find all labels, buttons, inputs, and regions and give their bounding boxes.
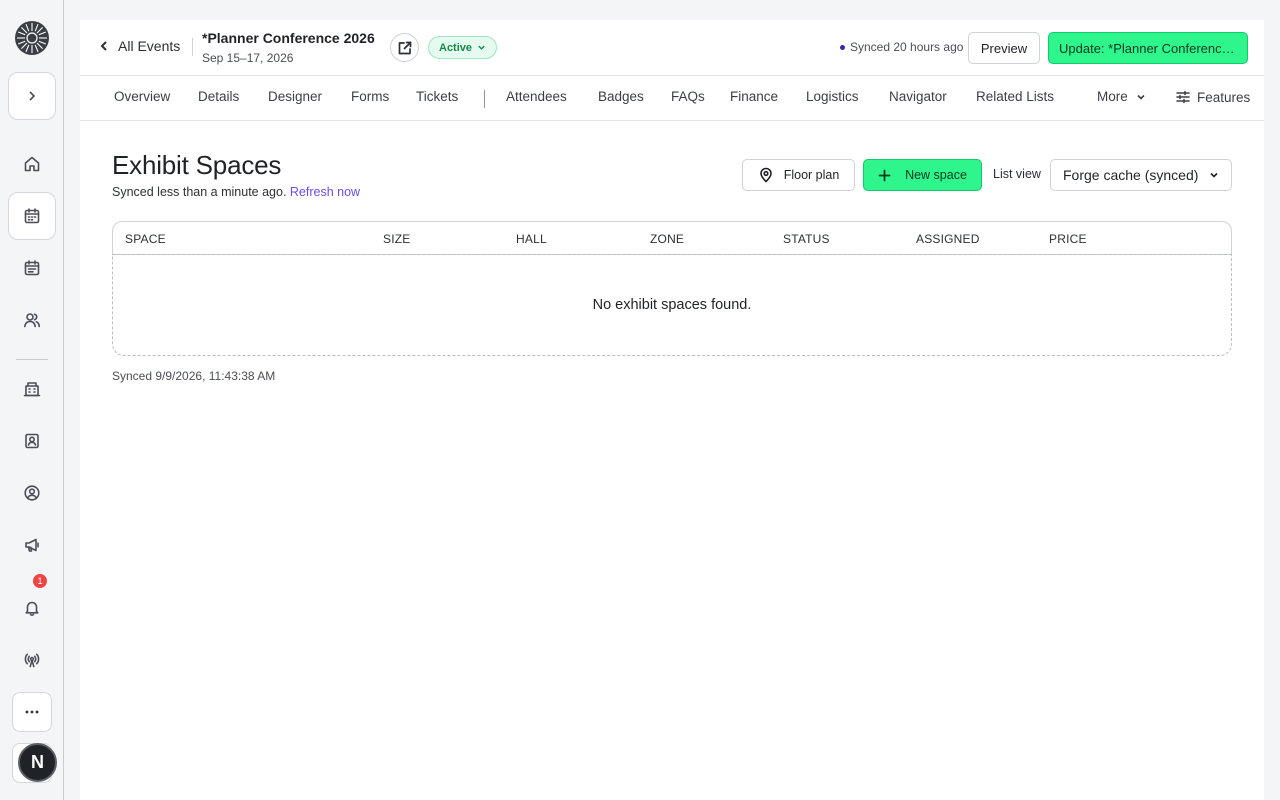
sidebar-item-contacts[interactable] (8, 417, 56, 465)
tab-logistics[interactable]: Logistics (806, 89, 859, 104)
update-label: Update: *Planner Conference 2026 (1059, 40, 1237, 56)
status-label: Active (439, 41, 473, 54)
floor-plan-button[interactable]: Floor plan (742, 159, 855, 191)
sliders-icon (1176, 90, 1190, 104)
megaphone-icon (25, 538, 39, 552)
chevron-down-icon (1137, 94, 1145, 100)
content-sync-line: Synced less than a minute ago. Refresh n… (112, 185, 360, 199)
preview-button[interactable]: Preview (968, 32, 1040, 64)
list-view-value: Forge cache (synced) (1063, 167, 1199, 183)
chevron-right-icon (29, 91, 36, 101)
empty-state-text: No exhibit spaces found. (592, 297, 752, 313)
chevron-down-icon (1210, 172, 1218, 178)
empty-state: No exhibit spaces found. (112, 254, 1232, 356)
nav-more-label: More (1097, 89, 1128, 104)
column-header-space[interactable]: SPACE (125, 232, 166, 246)
sidebar-divider (16, 359, 48, 360)
building-icon (23, 382, 41, 397)
header-divider (192, 38, 193, 56)
tab-badges[interactable]: Badges (598, 89, 644, 104)
tab-related-lists[interactable]: Related Lists (976, 89, 1054, 104)
open-event-site-button[interactable] (390, 33, 419, 62)
refresh-now-link[interactable]: Refresh now (290, 185, 360, 199)
column-header-hall[interactable]: HALL (516, 232, 547, 246)
chevron-down-icon (478, 45, 485, 50)
notification-badge: 1 (33, 574, 47, 588)
back-to-events-link[interactable]: All Events (98, 38, 180, 54)
tab-details[interactable]: Details (198, 89, 239, 104)
column-header-size[interactable]: SIZE (383, 232, 410, 246)
sync-dot-icon (840, 44, 845, 50)
map-pin-icon (759, 167, 772, 183)
update-event-button[interactable]: Update: *Planner Conference 2026 (1048, 32, 1248, 64)
last-synced-timestamp: Synced 9/9/2026, 11:43:38 AM (112, 369, 276, 383)
nav-divider (484, 90, 485, 108)
new-space-label: New space (905, 168, 967, 182)
column-header-assigned[interactable]: ASSIGNED (916, 232, 980, 246)
sidebar-item-schedule[interactable] (8, 244, 56, 292)
external-link-icon (398, 41, 411, 54)
tab-forms[interactable]: Forms (351, 89, 389, 104)
column-header-zone[interactable]: ZONE (650, 232, 684, 246)
sidebar-expand-button[interactable] (8, 72, 56, 120)
back-label: All Events (118, 38, 181, 54)
users-icon (24, 313, 41, 328)
calendar-icon (24, 208, 40, 224)
user-avatar[interactable]: N (18, 743, 57, 782)
list-view-label: List view (993, 167, 1041, 181)
tab-overview[interactable]: Overview (114, 89, 170, 104)
sidebar-item-home[interactable] (8, 140, 56, 188)
event-nav: Overview Details Designer Forms Tickets … (80, 76, 1264, 121)
nav-more-dropdown[interactable]: More (1097, 89, 1146, 104)
sidebar-item-live[interactable] (8, 636, 56, 684)
left-rail: 1 N (0, 0, 64, 800)
sidebar-item-account[interactable] (8, 469, 56, 517)
sidebar-item-events[interactable] (8, 192, 56, 240)
broadcast-icon (24, 653, 40, 668)
user-circle-icon (24, 485, 40, 501)
page-title: Exhibit Spaces (112, 150, 282, 180)
event-header: All Events *Planner Conference 2026 Sep … (80, 20, 1264, 76)
sidebar-item-notifications[interactable]: 1 (8, 574, 56, 632)
main-panel: All Events *Planner Conference 2026 Sep … (80, 20, 1264, 800)
bell-icon (25, 601, 39, 616)
list-view-select[interactable]: Forge cache (synced) (1050, 159, 1232, 191)
event-title: *Planner Conference 2026 (202, 30, 375, 46)
tab-designer[interactable]: Designer (268, 89, 322, 104)
tab-navigator[interactable]: Navigator (889, 89, 947, 104)
home-icon (24, 156, 40, 172)
tab-finance[interactable]: Finance (730, 89, 778, 104)
features-label: Features (1197, 89, 1251, 105)
event-dates: Sep 15–17, 2026 (202, 51, 294, 65)
sidebar-more-button[interactable] (12, 692, 52, 732)
tab-faqs[interactable]: FAQs (671, 89, 705, 104)
exhibit-spaces-table-header: SPACE SIZE HALL ZONE STATUS ASSIGNED PRI… (112, 221, 1232, 255)
event-status-dropdown[interactable]: Active (428, 36, 498, 59)
floor-plan-label: Floor plan (783, 168, 840, 182)
tab-attendees[interactable]: Attendees (506, 89, 567, 104)
sidebar-item-marketing[interactable] (8, 521, 56, 569)
new-space-button[interactable]: New space (863, 159, 982, 191)
sync-status: Synced 20 hours ago (840, 40, 963, 54)
sidebar-item-people[interactable] (8, 296, 56, 344)
features-button[interactable]: Features (1175, 89, 1250, 105)
calendar-list-icon (24, 260, 40, 276)
tab-tickets[interactable]: Tickets (416, 89, 458, 104)
contact-icon (25, 433, 39, 449)
sidebar-item-venues[interactable] (8, 365, 56, 413)
brand-logo-icon[interactable] (14, 20, 50, 56)
column-header-price[interactable]: PRICE (1049, 232, 1087, 246)
plus-icon (878, 169, 891, 181)
content-sync-text: Synced less than a minute ago. (112, 185, 287, 199)
chevron-left-icon (100, 41, 107, 51)
sync-status-text: Synced 20 hours ago (850, 40, 964, 54)
ellipsis-icon (25, 710, 39, 714)
column-header-status[interactable]: STATUS (783, 232, 830, 246)
